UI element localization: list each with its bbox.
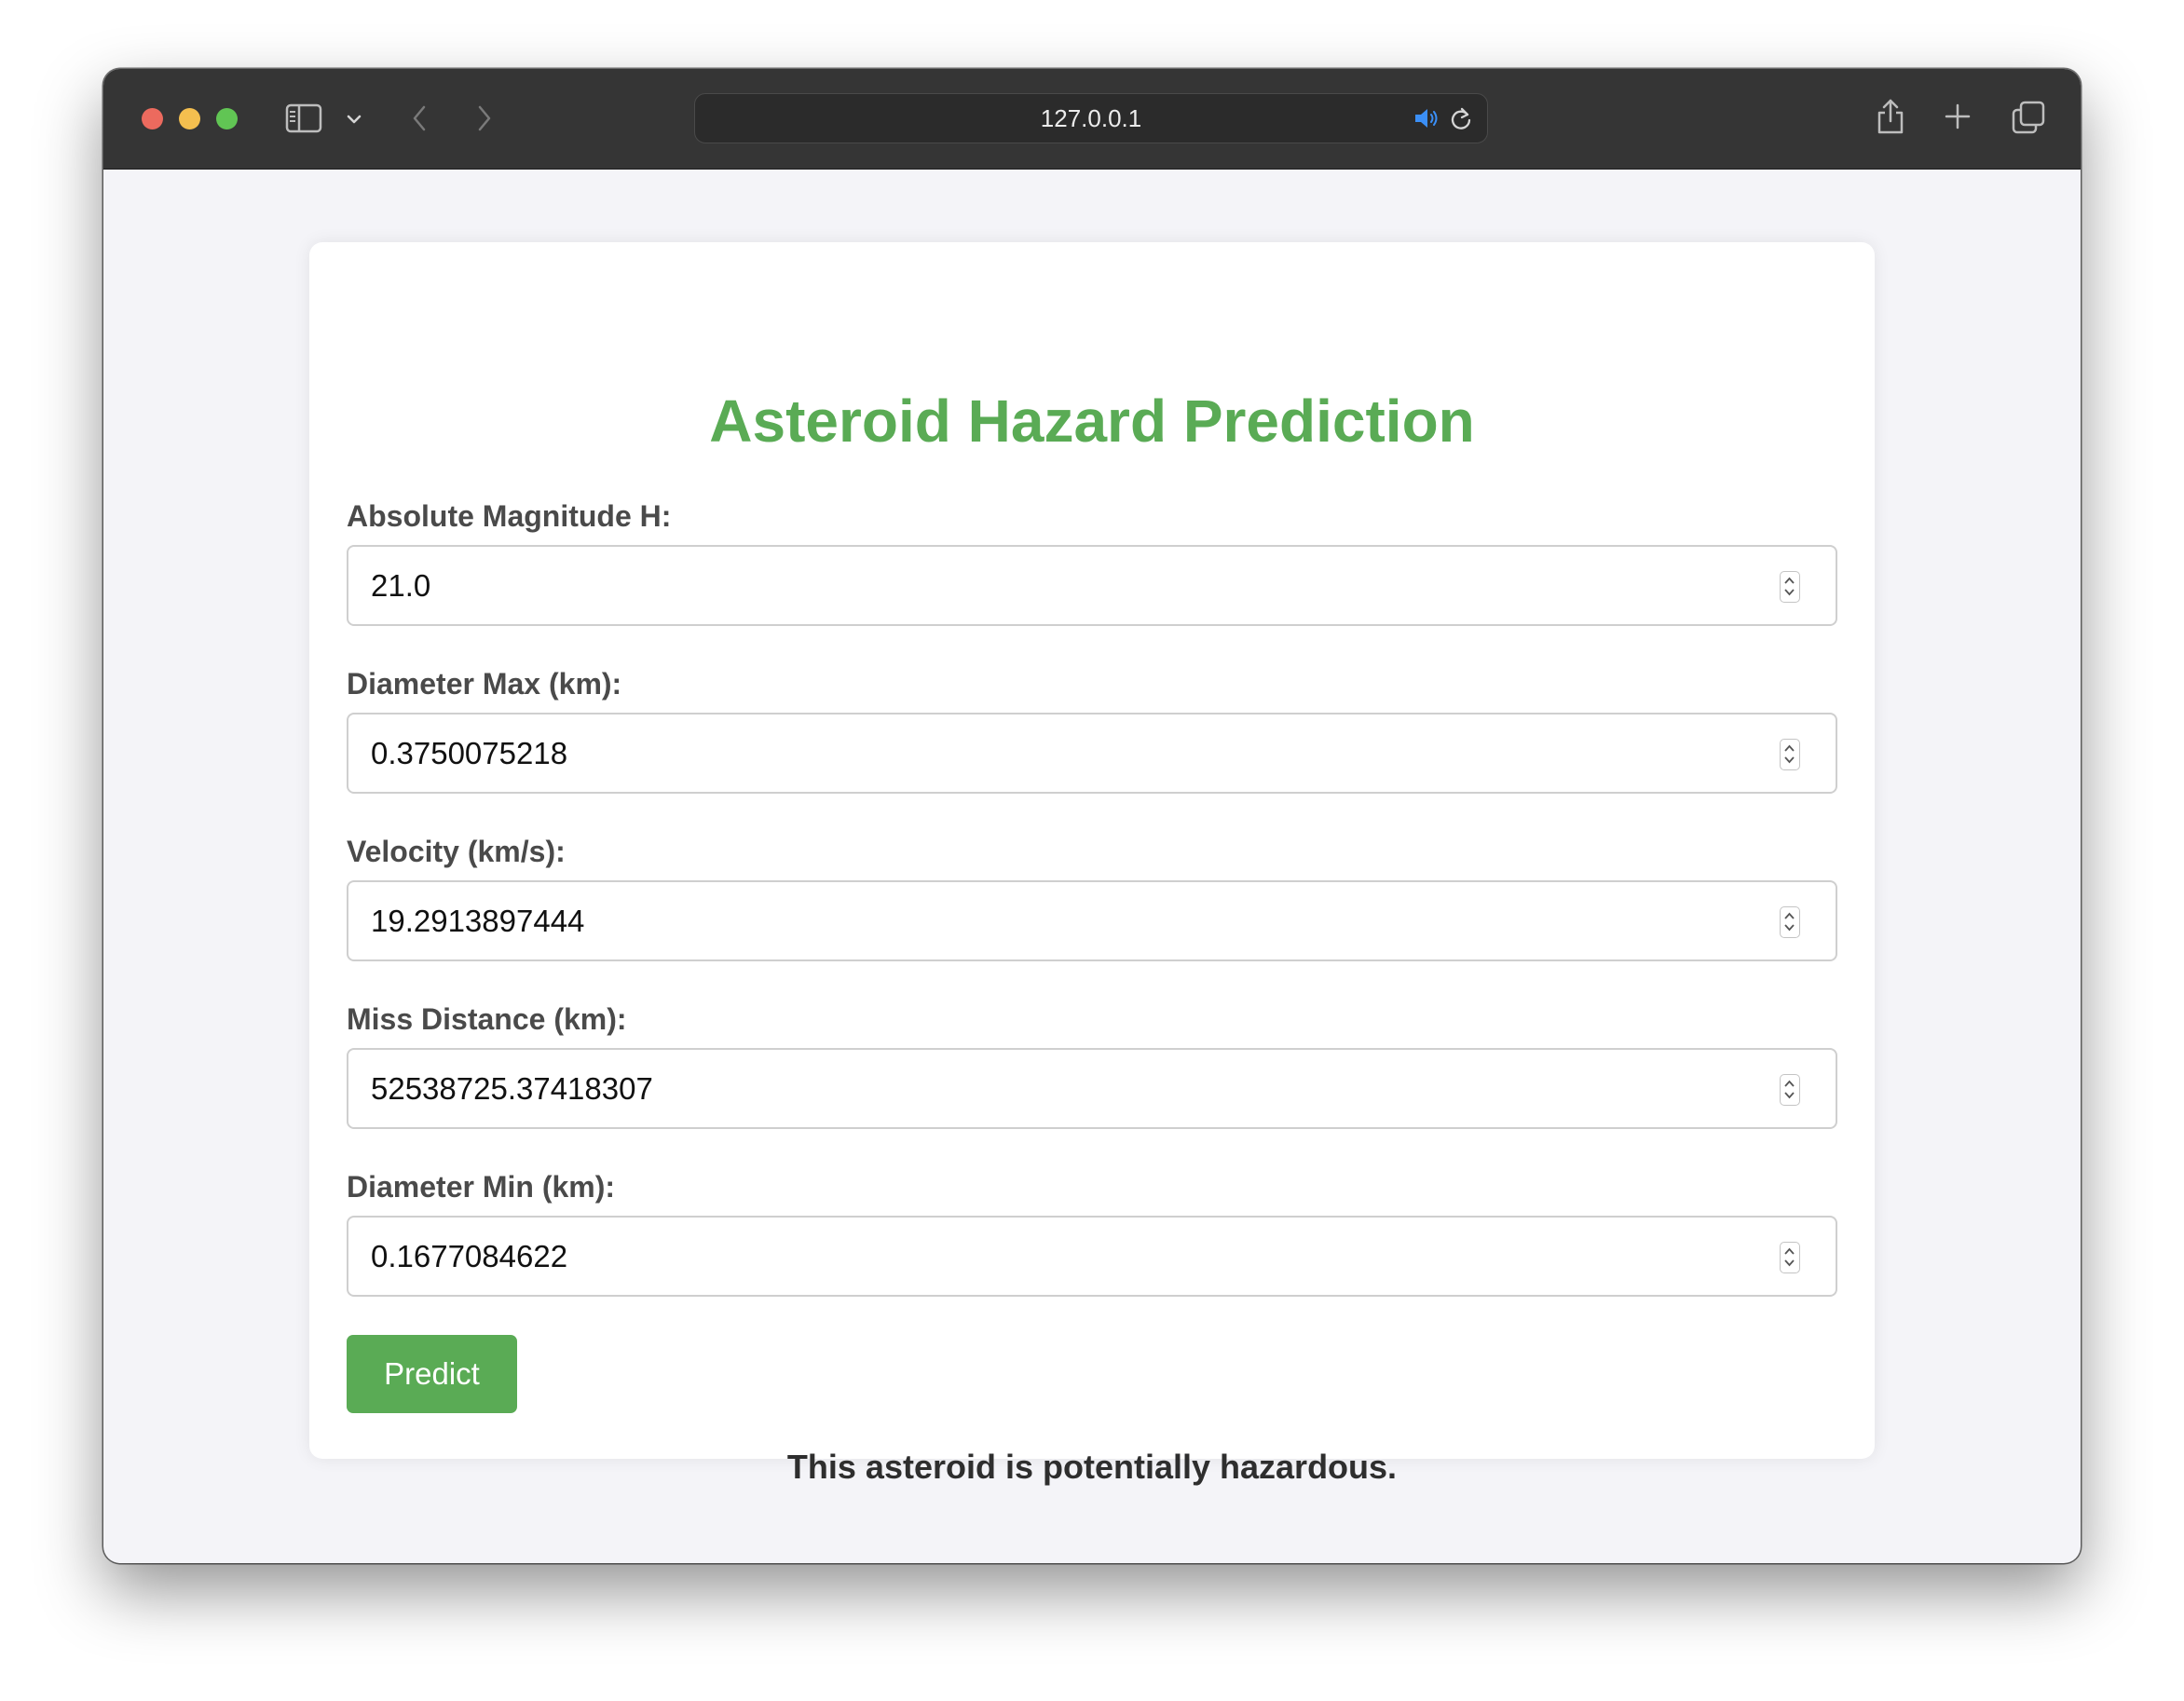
zoom-window-button[interactable] [216, 108, 238, 129]
new-tab-icon[interactable] [1942, 101, 1973, 132]
close-window-button[interactable] [142, 108, 163, 129]
velocity-label: Velocity (km/s): [347, 835, 566, 868]
prediction-result: This asteroid is potentially hazardous. [786, 1448, 1398, 1486]
diameter-max-input[interactable]: 0.3750075218 [347, 713, 1837, 794]
url-text: 127.0.0.1 [1040, 103, 1142, 132]
diameter-min-value: 0.1677084622 [371, 1238, 568, 1273]
predict-button[interactable]: Predict [347, 1335, 517, 1413]
miss-distance-value: 52538725.37418307 [371, 1070, 653, 1106]
miss-distance-input[interactable]: 52538725.37418307 [347, 1048, 1837, 1129]
stepper-arrows-icon [1784, 577, 1795, 596]
absolute-magnitude-value: 21.0 [371, 567, 431, 603]
browser-toolbar: 127.0.0.1 [103, 69, 2081, 170]
number-stepper[interactable] [1780, 1074, 1800, 1106]
prediction-form-card: Asteroid Hazard Prediction Absolute Magn… [309, 242, 1875, 1486]
velocity-input[interactable]: 19.2913897444 [347, 880, 1837, 961]
diameter-max-label: Diameter Max (km): [347, 667, 622, 701]
diameter-max-value: 0.3750075218 [371, 735, 568, 770]
diameter-min-label: Diameter Min (km): [347, 1170, 616, 1204]
audio-icon[interactable] [1411, 105, 1442, 131]
address-bar[interactable]: 127.0.0.1 [694, 93, 1488, 143]
reload-icon[interactable] [1448, 105, 1474, 131]
share-icon[interactable] [1874, 95, 1907, 138]
velocity-value: 19.2913897444 [371, 903, 585, 938]
number-stepper[interactable] [1780, 739, 1800, 770]
number-stepper[interactable] [1780, 906, 1800, 938]
browser-window: 127.0.0.1 Asteroid Hazard Prediction Abs… [103, 69, 2081, 1563]
diameter-min-input[interactable]: 0.1677084622 [347, 1216, 1837, 1297]
stepper-arrows-icon [1784, 744, 1795, 764]
minimize-window-button[interactable] [179, 108, 200, 129]
page-title: Asteroid Hazard Prediction [709, 388, 1475, 455]
absolute-magnitude-input[interactable]: 21.0 [347, 545, 1837, 626]
back-icon[interactable] [405, 101, 433, 136]
absolute-magnitude-label: Absolute Magnitude H: [347, 499, 672, 533]
miss-distance-label: Miss Distance (km): [347, 1002, 627, 1036]
stepper-arrows-icon [1784, 1080, 1795, 1099]
stepper-arrows-icon [1784, 912, 1795, 932]
number-stepper[interactable] [1780, 571, 1800, 603]
tabs-overview-icon[interactable] [2010, 99, 2047, 136]
forward-icon[interactable] [471, 101, 498, 136]
stepper-arrows-icon [1784, 1247, 1795, 1267]
chevron-down-icon[interactable] [343, 108, 365, 130]
sidebar-icon[interactable] [284, 101, 323, 136]
number-stepper[interactable] [1780, 1242, 1800, 1273]
